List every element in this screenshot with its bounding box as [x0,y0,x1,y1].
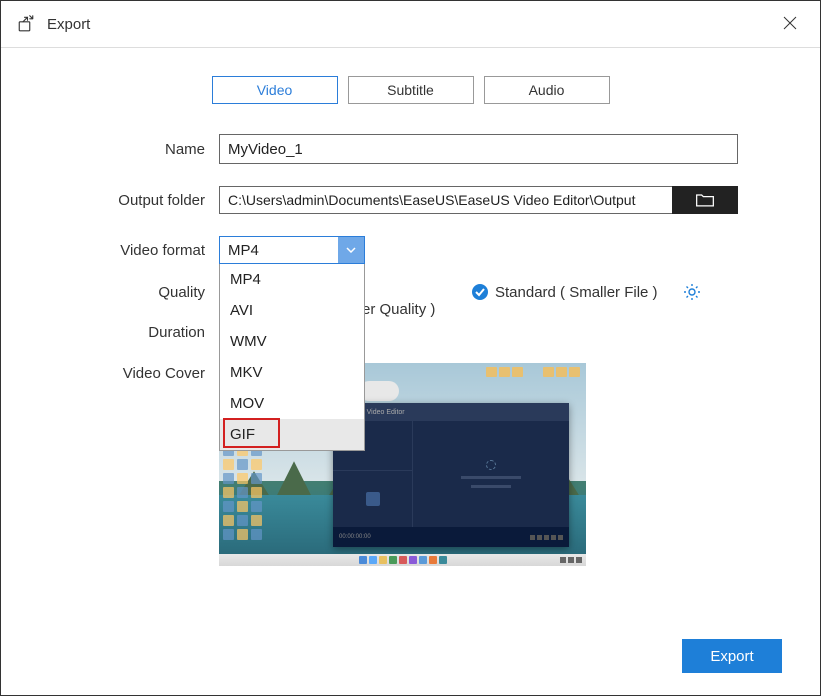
chevron-down-icon [338,237,364,263]
video-cover-label: Video Cover [39,363,219,382]
tab-audio[interactable]: Audio [484,76,610,104]
quality-label: Quality [39,284,219,301]
tab-video[interactable]: Video [212,76,338,104]
name-input[interactable] [219,134,738,164]
format-option-gif[interactable]: GIF [220,419,364,450]
quality-standard-option[interactable]: Standard ( Smaller File ) [471,283,658,301]
tab-label: Video [257,82,293,98]
tab-label: Subtitle [387,82,434,98]
output-folder-label: Output folder [39,192,219,209]
format-option-mov[interactable]: MOV [220,388,364,419]
name-label: Name [39,141,219,158]
quality-standard-label: Standard ( Smaller File ) [495,284,658,301]
format-option-wmv[interactable]: WMV [220,326,364,357]
quality-hq-partial-text: er Quality ) [362,301,435,318]
tab-label: Audio [529,82,565,98]
format-option-mkv[interactable]: MKV [220,357,364,388]
browse-folder-button[interactable] [672,186,738,214]
window-title: Export [47,16,90,33]
export-button[interactable]: Export [682,639,782,673]
tab-subtitle[interactable]: Subtitle [348,76,474,104]
output-folder-input[interactable] [219,186,672,214]
format-option-mp4[interactable]: MP4 [220,264,364,295]
format-selected-value: MP4 [228,242,259,259]
quality-settings-button[interactable] [682,282,702,302]
video-format-select[interactable]: MP4 MP4 AVI WMV MKV MOV GIF [219,236,365,264]
close-button[interactable] [778,11,802,35]
video-format-label: Video format [39,242,219,259]
divider [1,47,820,48]
format-option-avi[interactable]: AVI [220,295,364,326]
format-dropdown: MP4 AVI WMV MKV MOV GIF [219,264,365,451]
export-icon [17,15,35,33]
duration-label: Duration [39,324,219,341]
app-window-preview: EaseUS Video Editor 00:00:00:00 [333,403,569,547]
radio-checked-icon [471,283,489,301]
